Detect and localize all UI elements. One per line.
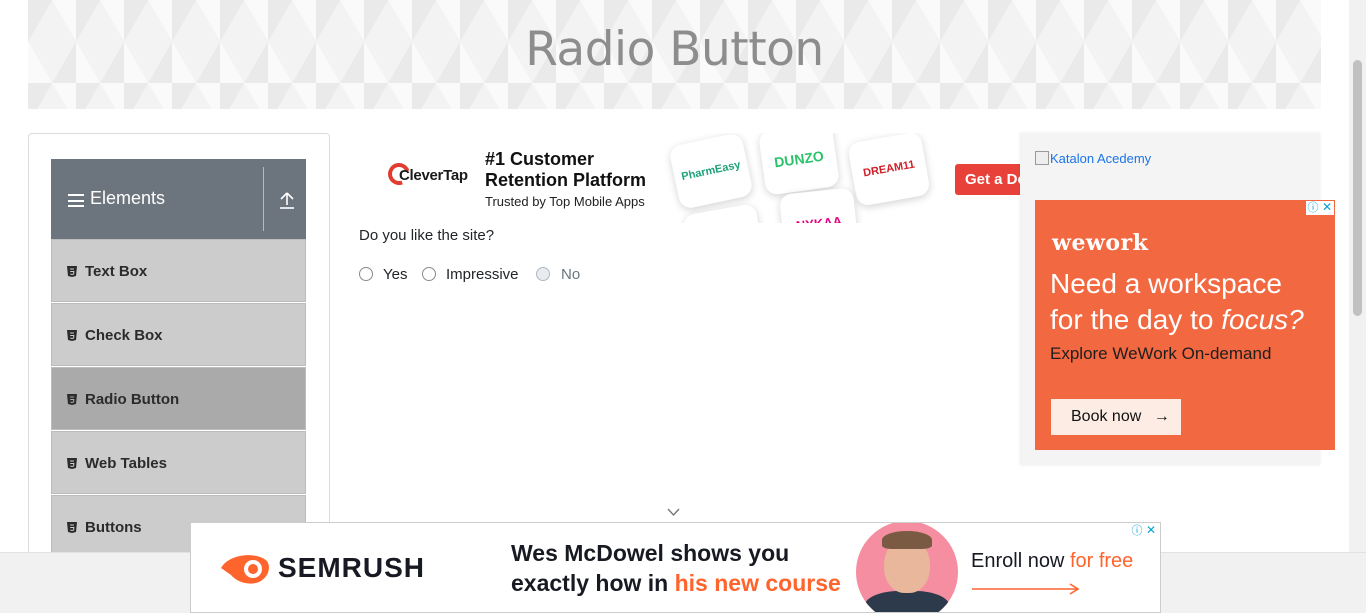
wework-headline-text: for the day to (1050, 304, 1222, 335)
radio-input-no (536, 267, 550, 281)
enroll-now-text: Enroll now (971, 550, 1070, 572)
wework-headline: Need a workspace for the day to focus? (1050, 266, 1304, 338)
wework-headline-emphasis: focus? (1221, 304, 1304, 335)
html-file-icon (67, 522, 77, 533)
enroll-now-link[interactable]: Enroll now for free (971, 550, 1133, 573)
wework-headline-line1: Need a workspace (1050, 268, 1282, 299)
clevertap-brand: CleverTap (399, 167, 468, 184)
wework-logo: wework (1052, 230, 1149, 256)
sidebar-item-radio-button[interactable]: Radio Button (51, 367, 306, 430)
sidebar-group-label: Elements (90, 188, 166, 208)
clevertap-ad[interactable]: CleverTap #1 Customer Retention Platform… (352, 133, 1020, 223)
sidebar-group-header-elements[interactable]: Elements (51, 159, 306, 239)
adchoices-icon[interactable]: ⓘ (1130, 524, 1144, 538)
sidebar-item-label: Radio Button (85, 391, 180, 408)
broken-image-icon (1035, 151, 1049, 165)
pharmeasy-app-icon: PharmEasy (668, 133, 754, 210)
wework-ad[interactable]: wework Need a workspace for the day to f… (1035, 200, 1335, 450)
collapse-up-icon[interactable] (279, 191, 295, 209)
semrush-headline-highlight: his new course (674, 570, 841, 596)
enroll-highlight: for free (1069, 550, 1134, 572)
wework-subline: Explore WeWork On-demand (1050, 344, 1272, 363)
sidebar-item-text-box[interactable]: Text Box (51, 239, 306, 302)
menu-icon (68, 194, 84, 207)
app-name: NYKAA (795, 213, 843, 223)
arrow-right-icon (972, 583, 1080, 595)
scrollbar-thumb[interactable] (1353, 60, 1362, 316)
html-file-icon (67, 458, 77, 469)
semrush-ad[interactable]: SEMRUSH Wes McDowel shows you exactly ho… (190, 522, 1161, 613)
html-file-icon (67, 330, 77, 341)
close-ad-icon[interactable]: ✕ (1144, 524, 1158, 538)
ad-headline-line1: #1 Customer (485, 149, 595, 169)
dream11-app-icon: DREAM11 (847, 133, 931, 207)
instructor-portrait (856, 523, 958, 612)
katalon-academy-image[interactable]: Katalon Acedemy (1035, 151, 1151, 166)
get-a-demo-button[interactable]: Get a Demo (955, 164, 1020, 195)
nykaa-app-icon: NYKAA (778, 187, 860, 223)
radio-label-impressive[interactable]: Impressive (446, 266, 519, 283)
radio-input-yes[interactable] (359, 267, 373, 281)
sidebar-item-label: Buttons (85, 519, 142, 536)
radio-label-yes[interactable]: Yes (383, 266, 407, 283)
semrush-headline: Wes McDowel shows you exactly how in his… (511, 538, 841, 598)
html-file-icon (67, 394, 77, 405)
book-now-label: Book now (1071, 408, 1142, 425)
app-name: DREAM11 (862, 158, 916, 180)
app-name: PharmEasy (680, 158, 742, 184)
ad-headline: #1 Customer Retention Platform (485, 149, 646, 191)
sidebar-item-label: Web Tables (85, 455, 167, 472)
semrush-wordmark: SEMRUSH (278, 552, 426, 583)
app-name: DUNZO (773, 147, 825, 171)
header-divider (263, 167, 264, 231)
page-banner: Radio Button (28, 0, 1321, 109)
sidebar: Elements Text Box Check Box Radio Button… (28, 133, 330, 575)
semrush-headline-line2: exactly how in his new course (511, 568, 841, 598)
dunzo-app-icon: DUNZO (757, 133, 841, 196)
semrush-fire-icon (221, 555, 269, 584)
arrow-right-icon: → (1153, 408, 1170, 425)
ad-headline-line2: Retention Platform (485, 170, 647, 190)
semrush-headline-text: exactly how in (511, 570, 675, 596)
adchoices-icon[interactable]: ⓘ (1306, 201, 1320, 215)
broken-image-alt-text[interactable]: Katalon Acedemy (1050, 151, 1151, 166)
chevron-down-icon[interactable] (667, 508, 680, 517)
page-scrollbar[interactable] (1349, 0, 1366, 552)
sidebar-item-label: Text Box (85, 263, 148, 280)
wework-headline-line2: for the day to focus? (1050, 302, 1304, 338)
close-ad-icon[interactable]: ✕ (1320, 201, 1334, 215)
book-now-button[interactable]: Book now → (1051, 399, 1181, 435)
ad-subline: Trusted by Top Mobile Apps (485, 194, 645, 209)
radio-question: Do you like the site? (359, 227, 495, 244)
sidebar-item-label: Check Box (85, 327, 163, 344)
sidebar-item-web-tables[interactable]: Web Tables (51, 431, 306, 494)
radio-label-no: No (561, 266, 581, 283)
page-title: Radio Button (525, 22, 824, 77)
semrush-headline-line1: Wes McDowel shows you (511, 540, 790, 566)
radio-input-impressive[interactable] (422, 267, 436, 281)
sidebar-item-check-box[interactable]: Check Box (51, 303, 306, 366)
html-file-icon (67, 266, 77, 277)
